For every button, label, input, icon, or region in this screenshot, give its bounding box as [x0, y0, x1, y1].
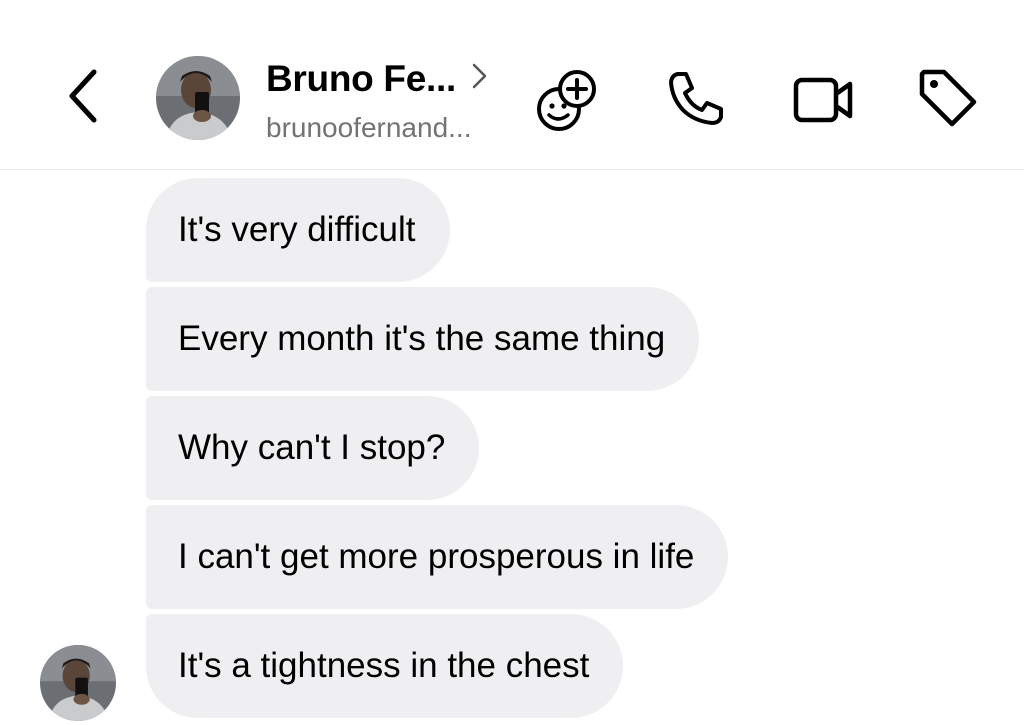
chevron-left-icon [69, 69, 97, 123]
back-button[interactable] [54, 64, 114, 128]
message-bubble[interactable]: It's a tightness in the chest [146, 614, 624, 718]
video-call-button[interactable] [788, 64, 860, 136]
call-button[interactable] [660, 62, 732, 134]
tag-icon [919, 69, 977, 127]
avatar-image [156, 56, 240, 140]
contact-name-row: Bruno Fe... [266, 58, 488, 100]
message-text: Why can't I stop? [178, 428, 446, 467]
message-text: I can't get more prosperous in life [178, 537, 695, 576]
video-camera-icon [793, 77, 853, 123]
tag-button[interactable] [912, 62, 984, 134]
message-bubble[interactable]: Every month it's the same thing [146, 287, 700, 391]
contact-info[interactable]: Bruno Fe... brunoofernand... [266, 56, 516, 148]
message-bubble[interactable]: Why can't I stop? [146, 396, 480, 500]
message-text: Every month it's the same thing [178, 319, 666, 358]
contact-avatar[interactable] [156, 56, 240, 140]
message-bubble[interactable]: It's very difficult [146, 178, 450, 282]
chevron-right-icon [472, 63, 487, 89]
message-bubble[interactable]: I can't get more prosperous in life [146, 505, 729, 609]
message-thread: It's very difficult Every month it's the… [0, 170, 1024, 725]
sender-avatar[interactable] [40, 645, 116, 721]
message-text: It's very difficult [178, 210, 416, 249]
effects-button[interactable] [530, 66, 602, 138]
contact-name: Bruno Fe... [266, 58, 456, 99]
phone-icon [669, 72, 723, 125]
message-text: It's a tightness in the chest [178, 646, 590, 685]
chat-header: Bruno Fe... brunoofernand... [0, 0, 1024, 170]
smiley-plus-icon [537, 70, 596, 131]
contact-username: brunoofernand... [266, 112, 472, 143]
avatar-image [40, 645, 116, 721]
